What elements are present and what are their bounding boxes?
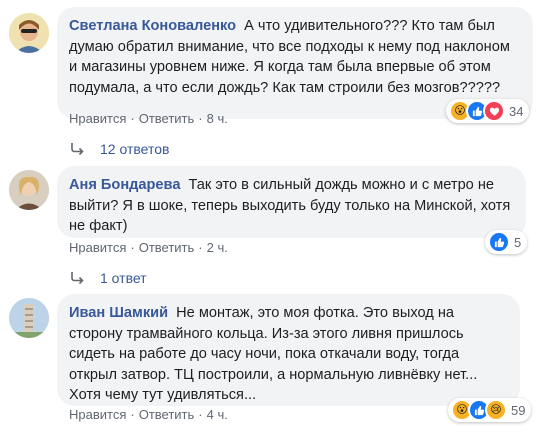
replies-count: 1 ответ [100,270,147,286]
comment-bubble: Аня Бондарева Так это в сильный дождь мо… [57,166,526,238]
comment-actions: Нравится · Ответить · 4 ч. [69,407,228,422]
replies-count: 12 ответов [100,141,170,157]
reaction-summary[interactable]: 5 [485,230,528,254]
reply-button[interactable]: Ответить [139,407,195,422]
reply-button[interactable]: Ответить [139,240,195,255]
comment-actions: Нравится · Ответить · 8 ч. [69,111,228,126]
reaction-count: 59 [511,402,526,418]
reaction-summary[interactable]: 😮 😢 59 [448,398,532,422]
comment-actions: Нравится · Ответить · 2 ч. [69,240,228,255]
timestamp[interactable]: 2 ч. [207,240,228,255]
reaction-summary[interactable]: 😮 34 [446,99,530,123]
like-button[interactable]: Нравится [69,240,126,255]
comment-bubble: Иван Шамкий Не монтаж, это моя фотка. Эт… [57,294,520,406]
reaction-count: 34 [509,103,524,119]
comment-author[interactable]: Светлана Коноваленко [69,18,236,34]
view-replies-button[interactable]: 12 ответов [70,141,169,157]
avatar[interactable] [9,13,49,53]
comment-author[interactable]: Иван Шамкий [69,305,168,321]
sad-icon: 😢 [485,399,507,421]
reply-button[interactable]: Ответить [139,111,195,126]
avatar[interactable] [9,170,49,210]
love-icon [483,100,505,122]
separator: · [198,240,203,255]
reply-arrow-icon [71,272,84,285]
like-button[interactable]: Нравится [69,407,126,422]
reply-arrow-icon [71,143,84,156]
reaction-count: 5 [514,234,522,250]
separator: · [198,111,203,126]
separator: · [198,407,203,422]
view-replies-button[interactable]: 1 ответ [70,270,147,286]
like-icon [488,231,510,253]
separator: · [130,407,135,422]
separator: · [130,111,135,126]
like-button[interactable]: Нравится [69,111,126,126]
avatar[interactable] [9,298,49,338]
timestamp[interactable]: 8 ч. [207,111,228,126]
timestamp[interactable]: 4 ч. [207,407,228,422]
comment-author[interactable]: Аня Бондарева [69,177,180,193]
separator: · [130,240,135,255]
